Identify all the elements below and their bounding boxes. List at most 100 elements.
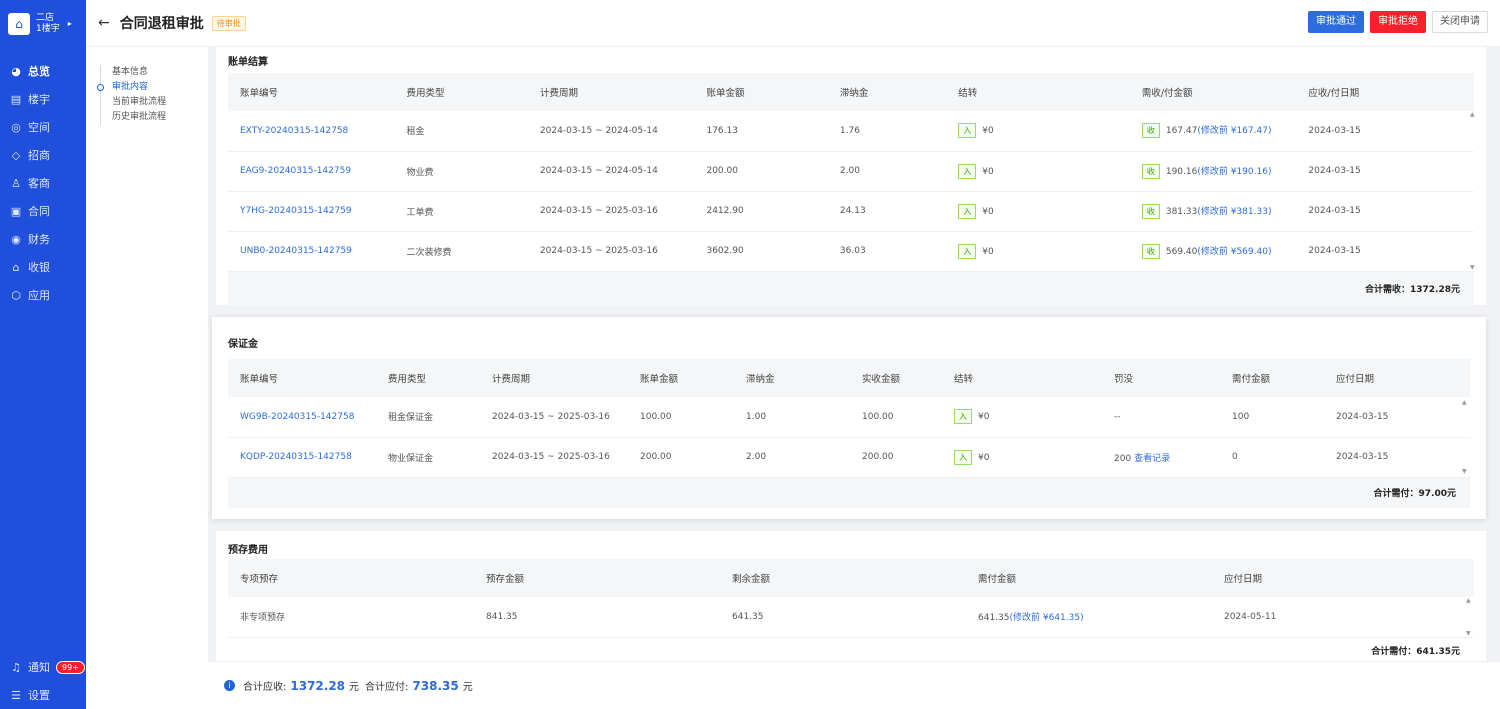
cube-icon: ◎: [11, 120, 21, 134]
scroll-down-icon[interactable]: ▼: [1470, 264, 1475, 271]
billing-period: 2024-03-15 ~ 2025-03-16: [527, 191, 695, 232]
total-receivable-value: 1372.28: [290, 678, 346, 693]
column-header: 结转: [946, 73, 1130, 111]
in-tag: 入: [958, 123, 977, 139]
back-arrow-icon[interactable]: ←: [98, 15, 110, 31]
nav-item-buildings[interactable]: ▤ 楼宇: [0, 85, 86, 113]
need-value: 641.35: [978, 613, 1010, 624]
carry-value: ¥0: [982, 246, 994, 257]
anchor-approval-content[interactable]: 审批内容: [96, 80, 166, 95]
table-row: KQDP-20240315-142758 物业保证金 2024-03-15 ~ …: [228, 437, 1470, 478]
menu-icon: ☰: [11, 688, 21, 702]
fee-type: 租金保证金: [376, 397, 480, 438]
column-header: 应付日期: [1324, 359, 1470, 397]
main-content: 账单结算 账单编号 费用类型 计费周期 账单金额 滞纳金 结转 需收/付金额 应…: [208, 47, 1500, 709]
bill-id-link[interactable]: KQDP-20240315-142758: [228, 437, 376, 478]
anchor-history-flow[interactable]: 历史审批流程: [112, 110, 166, 125]
carry-over: 入 ¥0: [946, 111, 1130, 152]
scroll-up-icon[interactable]: ▲: [1470, 111, 1475, 118]
table-row: 非专项预存 841.35 641.35 641.35(修改前 ¥641.35) …: [228, 597, 1474, 638]
nav-item-leasing[interactable]: ◇ 招商: [0, 141, 86, 169]
carry-over: 入 ¥0: [942, 397, 1102, 438]
need-amount: 100: [1220, 397, 1324, 438]
tag-icon: ◇: [11, 148, 21, 162]
bill-scrollbar[interactable]: ▲ ▼: [1470, 111, 1478, 271]
need-amount: 收 190.16(修改前 ¥190.16): [1129, 151, 1297, 192]
building-icon: ⌂: [8, 12, 30, 35]
fee-type: 工单费: [394, 191, 528, 232]
in-tag: 入: [958, 243, 977, 259]
close-request-button[interactable]: 关闭申请: [1432, 11, 1488, 33]
nav-label: 应用: [28, 289, 50, 302]
carry-over: 入 ¥0: [942, 437, 1102, 478]
nav-label: 收银: [28, 261, 50, 274]
scroll-up-icon[interactable]: ▲: [1462, 399, 1467, 406]
unit-label: 元: [462, 682, 473, 693]
brand-switcher[interactable]: ⌂ 二店 1楼宇 ▸: [0, 0, 86, 47]
need-value: 190.16: [1165, 166, 1198, 177]
nav-item-clients[interactable]: ♙ 客商: [0, 169, 86, 197]
section-title: 保证金: [228, 339, 258, 350]
bill-amount: 100.00: [628, 397, 734, 438]
need-value: 381.33: [1165, 206, 1198, 217]
sidebar-bottom: ♫ 通知 99+ ☰ 设置: [0, 653, 86, 709]
nav-item-contracts[interactable]: ▣ 合同: [0, 197, 86, 225]
column-header: 结转: [942, 359, 1102, 397]
approve-button[interactable]: 审批通过: [1308, 11, 1364, 33]
bill-id-link[interactable]: EXTY-20240315-142758: [228, 111, 395, 152]
anchor-current-flow[interactable]: 当前审批流程: [112, 95, 166, 110]
anchor-basic-info[interactable]: 基本信息: [112, 65, 166, 80]
page-title: 合同退租审批: [119, 16, 204, 32]
nav-item-apps[interactable]: ⬡ 应用: [0, 281, 86, 309]
nav-label: 财务: [28, 233, 50, 246]
nav-item-notifications[interactable]: ♫ 通知 99+: [0, 653, 86, 681]
before-edit-link[interactable]: (修改前 ¥381.33): [1197, 207, 1271, 217]
info-icon: i: [224, 680, 235, 691]
nav-item-cashier[interactable]: ⌂ 收银: [0, 253, 86, 281]
due-date: 2024-03-15: [1296, 111, 1474, 152]
deposit-scrollbar[interactable]: ▲ ▼: [1462, 399, 1470, 475]
before-edit-link[interactable]: (修改前 ¥190.16): [1197, 167, 1271, 177]
carry-over: 入 ¥0: [946, 231, 1130, 272]
before-edit-link[interactable]: (修改前 ¥569.40): [1197, 247, 1271, 257]
nav-item-finance[interactable]: ◉ 财务: [0, 225, 86, 253]
column-header: 账单金额: [628, 359, 734, 397]
need-value: 569.40: [1165, 246, 1198, 257]
column-header: 罚没: [1102, 359, 1220, 397]
view-record-link[interactable]: 查看记录: [1134, 454, 1170, 464]
apps-icon: ⬡: [11, 288, 21, 302]
scroll-down-icon[interactable]: ▼: [1466, 630, 1471, 637]
nav-item-space[interactable]: ◎ 空间: [0, 113, 86, 141]
carry-value: ¥0: [982, 206, 994, 217]
deposit-total: 合计需付：97.00元: [228, 477, 1470, 508]
in-tag: 入: [954, 409, 972, 425]
carry-value: ¥0: [978, 412, 990, 423]
carry-value: ¥0: [982, 166, 994, 177]
before-edit-link[interactable]: (修改前 ¥641.35): [1010, 613, 1084, 623]
nav-label: 楼宇: [28, 93, 50, 106]
prestore-total: 合计需付：641.35元: [1371, 647, 1460, 657]
nav-item-overview[interactable]: ◕ 总览: [0, 57, 86, 85]
fee-type: 二次装修费: [394, 231, 528, 272]
table-header: 专项预存 预存金额 剩余金额 需付金额 应付日期: [228, 559, 1474, 597]
bill-id-link[interactable]: WG9B-20240315-142758: [228, 397, 376, 438]
column-header: 账单编号: [228, 73, 395, 111]
bill-id-link[interactable]: EAG9-20240315-142759: [228, 151, 395, 192]
brand-line2: 1楼宇: [36, 23, 60, 34]
before-edit-link[interactable]: (修改前 ¥167.47): [1197, 126, 1271, 136]
need-value: 167.47: [1165, 126, 1198, 137]
received-amount: 100.00: [850, 397, 942, 438]
column-header: 剩余金额: [720, 559, 966, 597]
building-icon: ▤: [10, 92, 22, 106]
scroll-up-icon[interactable]: ▲: [1466, 597, 1471, 604]
scroll-down-icon[interactable]: ▼: [1462, 468, 1467, 475]
reject-button[interactable]: 审批拒绝: [1370, 11, 1426, 33]
total-receivable-label: 合计应收:: [243, 682, 287, 693]
receive-tag: 收: [1141, 203, 1160, 219]
nav-item-settings[interactable]: ☰ 设置: [0, 681, 86, 709]
home-icon: ⌂: [12, 260, 20, 274]
bill-id-link[interactable]: UNB0-20240315-142759: [228, 231, 395, 272]
document-icon: ▣: [10, 204, 22, 218]
bill-id-link[interactable]: Y7HG-20240315-142759: [228, 191, 395, 232]
prestore-scrollbar[interactable]: ▲ ▼: [1466, 597, 1474, 637]
